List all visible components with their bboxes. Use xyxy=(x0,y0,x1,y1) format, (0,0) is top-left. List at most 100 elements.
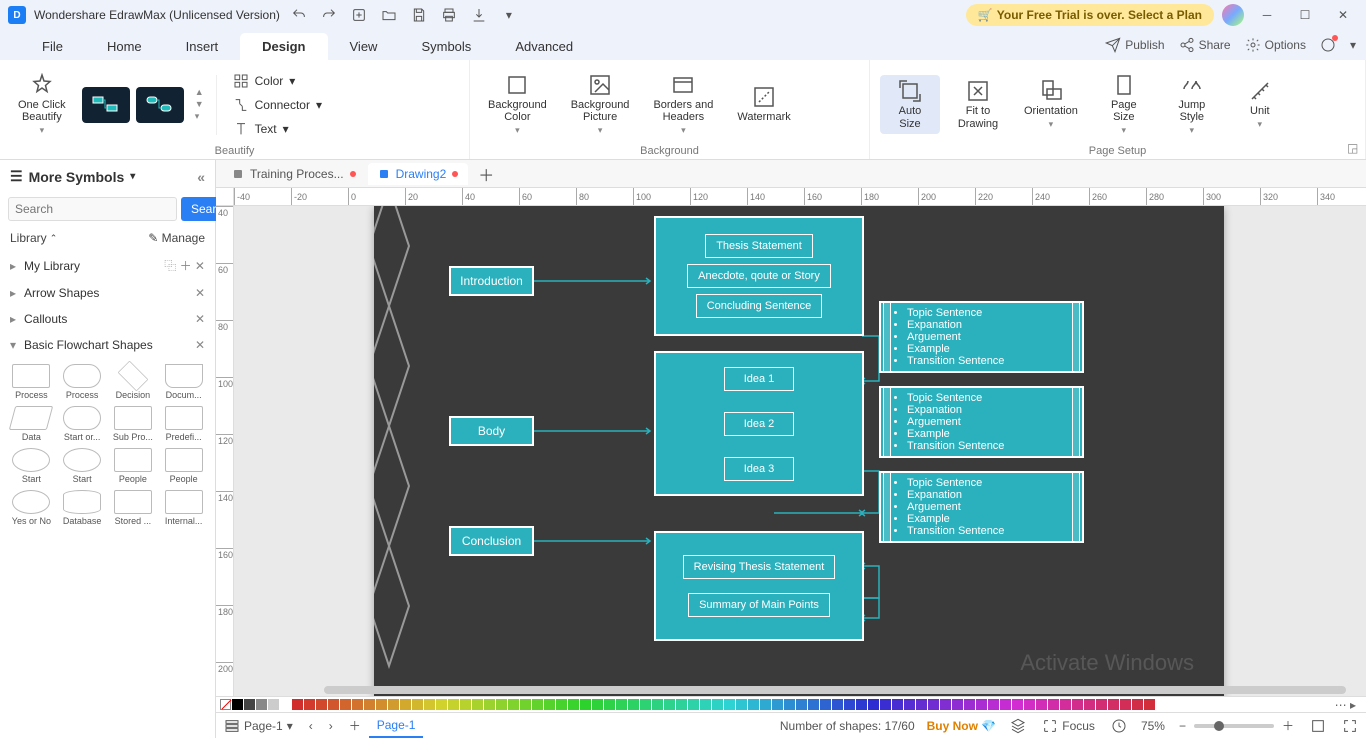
sub-summary[interactable]: Summary of Main Points xyxy=(688,593,830,617)
shape-people[interactable]: People xyxy=(160,448,207,484)
color-swatch[interactable] xyxy=(832,699,843,710)
color-swatch[interactable] xyxy=(676,699,687,710)
color-swatch[interactable] xyxy=(532,699,543,710)
page-tab-1[interactable]: Page-1 xyxy=(369,714,424,738)
lib-cat-arrow-shapes[interactable]: ▸Arrow Shapes✕ xyxy=(0,280,215,306)
color-swatch[interactable] xyxy=(412,699,423,710)
color-swatch[interactable] xyxy=(424,699,435,710)
color-swatch[interactable] xyxy=(472,699,483,710)
print-icon[interactable] xyxy=(438,4,460,26)
color-swatch[interactable] xyxy=(1144,699,1155,710)
sub-concluding[interactable]: Concluding Sentence xyxy=(696,294,823,318)
theme-thumb-1[interactable] xyxy=(82,87,130,123)
color-swatch[interactable] xyxy=(880,699,891,710)
lib-cat-basic-flowchart[interactable]: ▾Basic Flowchart Shapes✕ xyxy=(0,332,215,358)
sub-idea2[interactable]: Idea 2 xyxy=(724,412,794,436)
unit-button[interactable]: Unit▾ xyxy=(1230,75,1290,134)
color-swatch[interactable] xyxy=(784,699,795,710)
color-swatch[interactable] xyxy=(712,699,723,710)
next-page-button[interactable]: › xyxy=(321,715,341,737)
color-swatch[interactable] xyxy=(916,699,927,710)
shape-yesorno[interactable]: Yes or No xyxy=(8,490,55,526)
gallery-down-icon[interactable]: ▼ xyxy=(195,99,204,109)
bg-color-button[interactable]: Background Color▾ xyxy=(480,69,555,140)
export-icon[interactable] xyxy=(468,4,490,26)
color-swatch[interactable] xyxy=(700,699,711,710)
color-swatch[interactable] xyxy=(232,699,243,710)
node-body[interactable]: Body xyxy=(449,416,534,446)
connector-button[interactable]: Connector ▾ xyxy=(229,95,326,115)
color-swatch[interactable] xyxy=(808,699,819,710)
symbol-search-input[interactable] xyxy=(8,197,177,221)
color-swatch[interactable] xyxy=(364,699,375,710)
fullscreen-icon[interactable] xyxy=(1334,714,1366,738)
color-swatch[interactable] xyxy=(820,699,831,710)
node-introduction[interactable]: Introduction xyxy=(449,266,534,296)
color-swatch[interactable] xyxy=(304,699,315,710)
minimize-button[interactable]: ─ xyxy=(1252,3,1282,27)
canvas[interactable]: Introduction Thesis Statement Anecdote, … xyxy=(234,206,1366,696)
more-colors-button[interactable]: ⋯ ▸ xyxy=(1329,698,1362,712)
close-icon[interactable]: ✕ xyxy=(195,338,205,352)
color-swatch[interactable] xyxy=(376,699,387,710)
color-swatch[interactable] xyxy=(340,699,351,710)
color-swatch[interactable] xyxy=(1096,699,1107,710)
user-avatar[interactable] xyxy=(1222,4,1244,26)
menu-design[interactable]: Design xyxy=(240,33,327,60)
color-swatch[interactable] xyxy=(1072,699,1083,710)
color-swatch[interactable] xyxy=(952,699,963,710)
sub-idea3[interactable]: Idea 3 xyxy=(724,457,794,481)
fit-drawing-button[interactable]: Fit to Drawing xyxy=(948,75,1008,133)
shape-startor[interactable]: Start or... xyxy=(59,406,106,442)
borders-headers-button[interactable]: Borders and Headers▾ xyxy=(645,69,721,140)
detail-list-3[interactable]: Topic SentenceExpanationArguementExample… xyxy=(879,471,1084,543)
color-swatch[interactable] xyxy=(1132,699,1143,710)
h-scrollbar[interactable] xyxy=(324,686,1346,694)
menu-file[interactable]: File xyxy=(20,33,85,60)
color-swatch[interactable] xyxy=(892,699,903,710)
focus-button[interactable]: Focus xyxy=(1034,714,1103,738)
theme-thumb-2[interactable] xyxy=(136,87,184,123)
notification-icon[interactable] xyxy=(1320,37,1336,53)
shape-docum[interactable]: Docum... xyxy=(160,364,207,400)
color-swatch[interactable] xyxy=(976,699,987,710)
add-page-button[interactable]: ＋ xyxy=(341,713,369,738)
detail-list-2[interactable]: Topic SentenceExpanationArguementExample… xyxy=(879,386,1084,458)
shape-decision[interactable]: Decision xyxy=(110,364,157,400)
color-button[interactable]: Color ▾ xyxy=(229,71,326,91)
ribbon-collapse-icon[interactable]: ▾ xyxy=(1350,38,1356,52)
publish-link[interactable]: Publish xyxy=(1105,37,1164,53)
color-swatch[interactable] xyxy=(568,699,579,710)
zoom-out-button[interactable]: − xyxy=(1171,715,1194,737)
close-button[interactable]: ✕ xyxy=(1328,3,1358,27)
library-label[interactable]: Library xyxy=(10,231,47,245)
shape-data[interactable]: Data xyxy=(8,406,55,442)
shape-process[interactable]: Process xyxy=(8,364,55,400)
node-conc-container[interactable]: Revising Thesis Statement Summary of Mai… xyxy=(654,531,864,641)
menu-advanced[interactable]: Advanced xyxy=(493,33,595,60)
auto-size-button[interactable]: Auto Size xyxy=(880,75,940,133)
color-swatch[interactable] xyxy=(796,699,807,710)
page-list-button[interactable]: Page-1 ▾ xyxy=(216,714,301,738)
zoom-reset-button[interactable] xyxy=(1103,714,1135,738)
color-swatch[interactable] xyxy=(760,699,771,710)
color-swatch[interactable] xyxy=(280,699,291,710)
prev-page-button[interactable]: ‹ xyxy=(301,715,321,737)
detail-list-1[interactable]: Topic SentenceExpanationArguementExample… xyxy=(879,301,1084,373)
zoom-slider[interactable] xyxy=(1194,724,1274,728)
color-swatch[interactable] xyxy=(352,699,363,710)
shape-predefi[interactable]: Predefi... xyxy=(160,406,207,442)
color-swatch[interactable] xyxy=(868,699,879,710)
color-swatch[interactable] xyxy=(688,699,699,710)
shape-start[interactable]: Start xyxy=(8,448,55,484)
color-swatch[interactable] xyxy=(856,699,867,710)
shape-process[interactable]: Process xyxy=(59,364,106,400)
node-body-container[interactable]: Idea 1 Idea 2 Idea 3 xyxy=(654,351,864,496)
menu-home[interactable]: Home xyxy=(85,33,164,60)
orientation-button[interactable]: Orientation▾ xyxy=(1016,75,1086,134)
color-swatch[interactable] xyxy=(748,699,759,710)
color-swatch[interactable] xyxy=(616,699,627,710)
color-swatch[interactable] xyxy=(928,699,939,710)
color-swatch[interactable] xyxy=(772,699,783,710)
color-swatch[interactable] xyxy=(316,699,327,710)
